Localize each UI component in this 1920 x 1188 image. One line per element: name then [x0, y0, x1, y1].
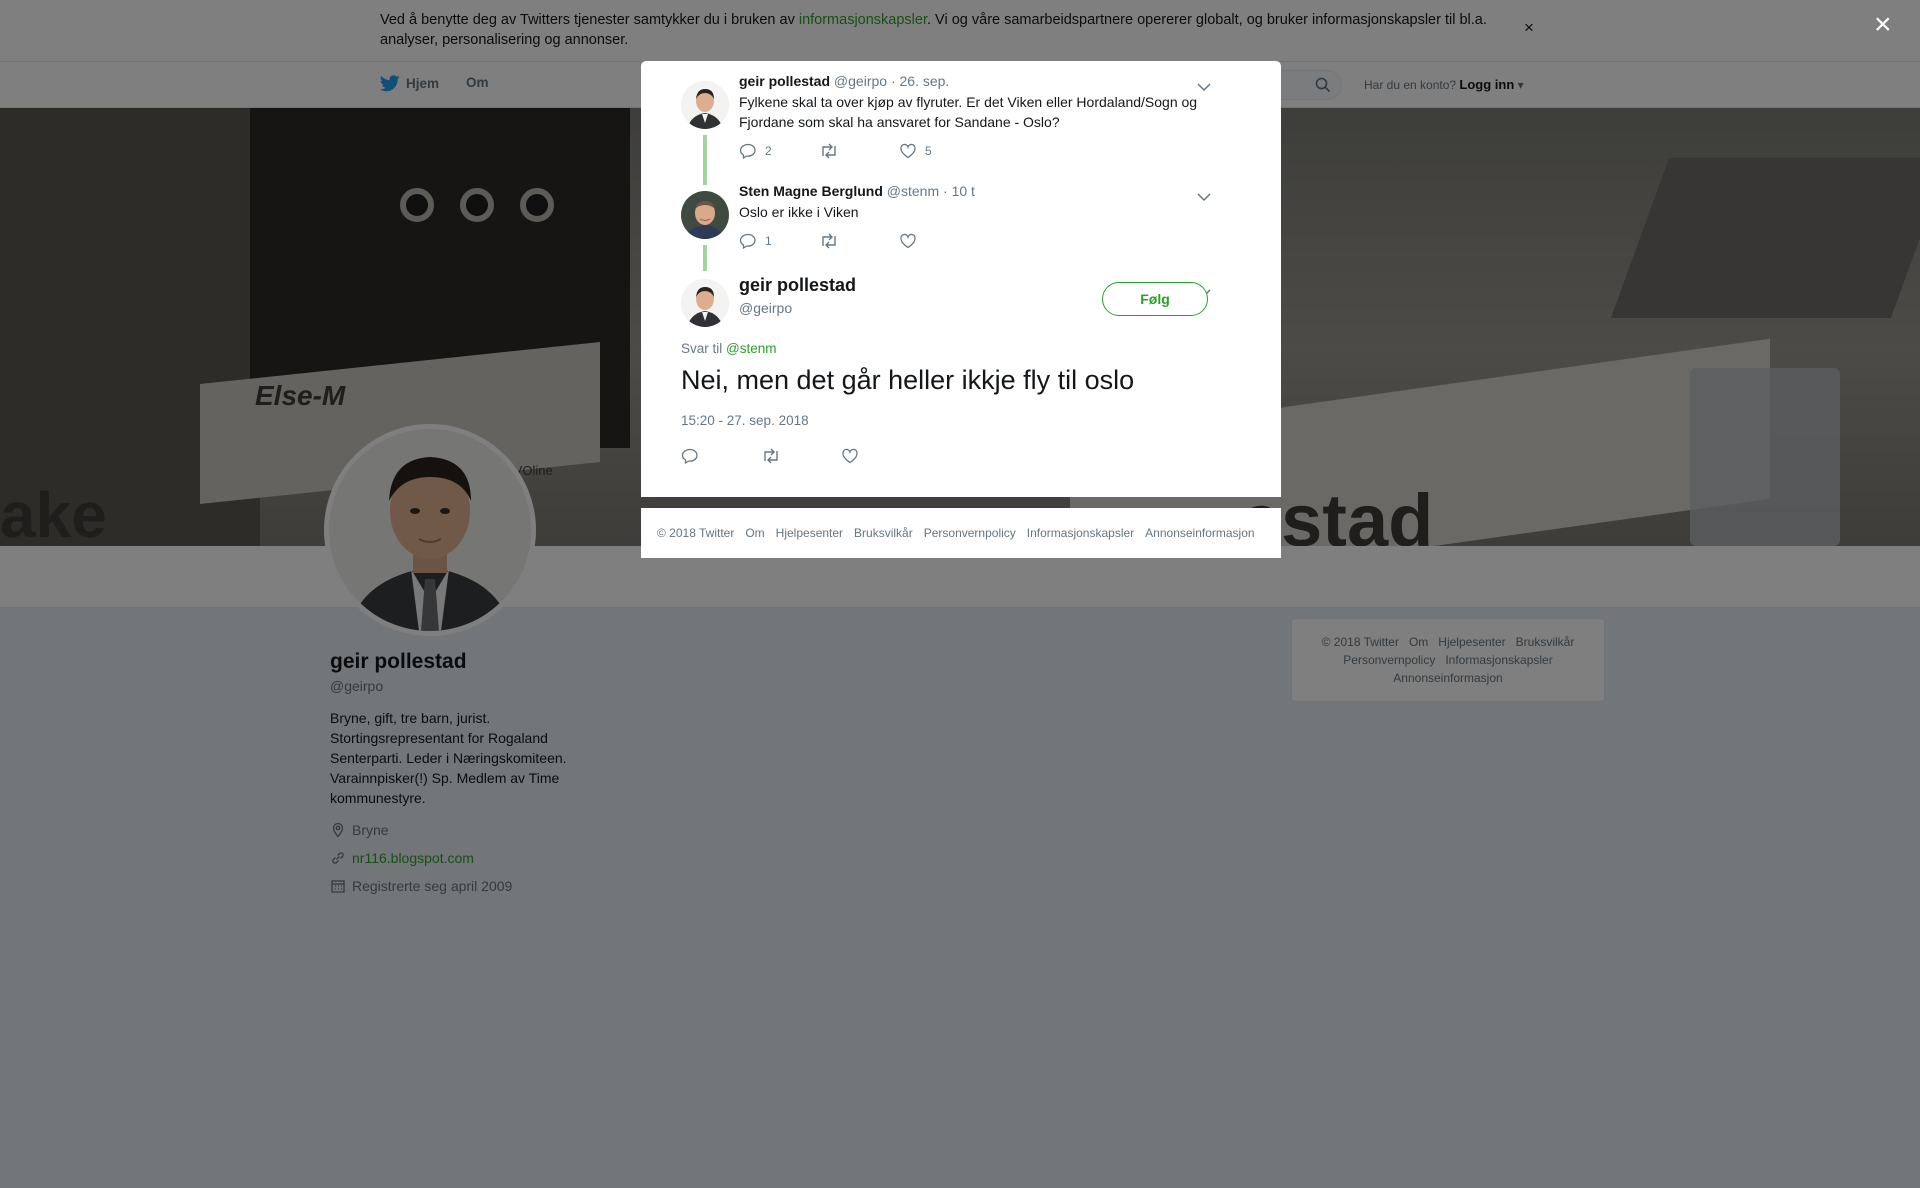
like-button[interactable] [841, 447, 921, 465]
heart-icon [899, 143, 917, 159]
tweet-content: Sten Magne Berglund @stenm · 10 t Oslo e… [739, 183, 1241, 250]
tweet-actions: 2 5 [739, 142, 1241, 160]
focused-tweet-text: Nei, men det går heller ikkje fly til os… [681, 365, 1135, 395]
thread-connector [703, 245, 707, 271]
tweet-actions: 1 [739, 232, 1241, 250]
reply-button[interactable] [681, 447, 761, 465]
avatar[interactable] [681, 81, 729, 129]
follow-button[interactable]: Følg [1102, 282, 1208, 316]
avatar[interactable] [681, 279, 729, 327]
footer-link[interactable]: Om [745, 526, 764, 540]
tweet-time[interactable]: · 10 t [943, 183, 975, 199]
chevron-down-icon[interactable] [1197, 193, 1211, 201]
tweet-time[interactable]: · 26. sep. [891, 73, 949, 89]
heart-icon [841, 448, 859, 464]
modal-footer: © 2018 Twitter Om Hjelpesenter Bruksvilk… [641, 508, 1281, 558]
tweet-text: Fylkene skal ta over kjøp av flyruter. E… [739, 94, 1198, 130]
retweet-button[interactable] [761, 447, 841, 465]
retweet-icon [819, 233, 839, 249]
tweet-header: geir pollestad @geirpo · 26. sep. [739, 73, 1241, 89]
avatar[interactable] [681, 191, 729, 239]
tweet-text: Oslo er ikke i Viken [739, 204, 859, 220]
reply-button[interactable]: 2 [739, 142, 819, 160]
reply-prefix: Svar til [681, 341, 727, 356]
reply-icon [739, 232, 757, 250]
retweet-button[interactable] [819, 143, 899, 159]
tweet-author-handle[interactable]: @stenm [887, 183, 939, 199]
reply-count: 2 [765, 144, 772, 158]
like-button[interactable] [899, 233, 979, 249]
like-count: 5 [925, 144, 932, 158]
footer-link[interactable]: Hjelpesenter [776, 526, 843, 540]
thread-connector [703, 135, 707, 185]
focused-tweet-actions [681, 447, 921, 465]
chevron-down-icon[interactable] [1197, 83, 1211, 91]
tweet-author-handle[interactable]: @geirpo [834, 73, 887, 89]
reply-count: 1 [765, 234, 772, 248]
reply-icon [739, 142, 757, 160]
reply-icon [681, 447, 699, 465]
tweet-header: Sten Magne Berglund @stenm · 10 t [739, 183, 1241, 199]
retweet-icon [761, 448, 781, 464]
reply-to-link[interactable]: @stenm [726, 341, 776, 356]
reply-context: Svar til @stenm [681, 341, 776, 356]
reply-button[interactable]: 1 [739, 232, 819, 250]
tweet-author-name[interactable]: geir pollestad [739, 73, 830, 89]
footer-link[interactable]: Personvernpolicy [924, 526, 1016, 540]
tweet-author-name[interactable]: Sten Magne Berglund [739, 183, 883, 199]
thread-tweet[interactable]: geir pollestad @geirpo · 26. sep. Fylken… [681, 73, 1241, 185]
heart-icon [899, 233, 917, 249]
retweet-icon [819, 143, 839, 159]
tweet-modal: geir pollestad @geirpo · 26. sep. Fylken… [641, 61, 1281, 497]
focused-tweet-timestamp[interactable]: 15:20 - 27. sep. 2018 [681, 413, 809, 428]
footer-copyright: © 2018 Twitter [657, 526, 735, 540]
like-button[interactable]: 5 [899, 143, 979, 159]
close-modal-button[interactable]: × [1874, 10, 1892, 40]
footer-link[interactable]: Informasjonskapsler [1027, 526, 1134, 540]
footer-link[interactable]: Bruksvilkår [854, 526, 913, 540]
retweet-button[interactable] [819, 233, 899, 249]
footer-link[interactable]: Annonseinformasjon [1145, 526, 1254, 540]
thread-tweet[interactable]: Sten Magne Berglund @stenm · 10 t Oslo e… [681, 183, 1241, 273]
tweet-content: geir pollestad @geirpo · 26. sep. Fylken… [739, 73, 1241, 160]
